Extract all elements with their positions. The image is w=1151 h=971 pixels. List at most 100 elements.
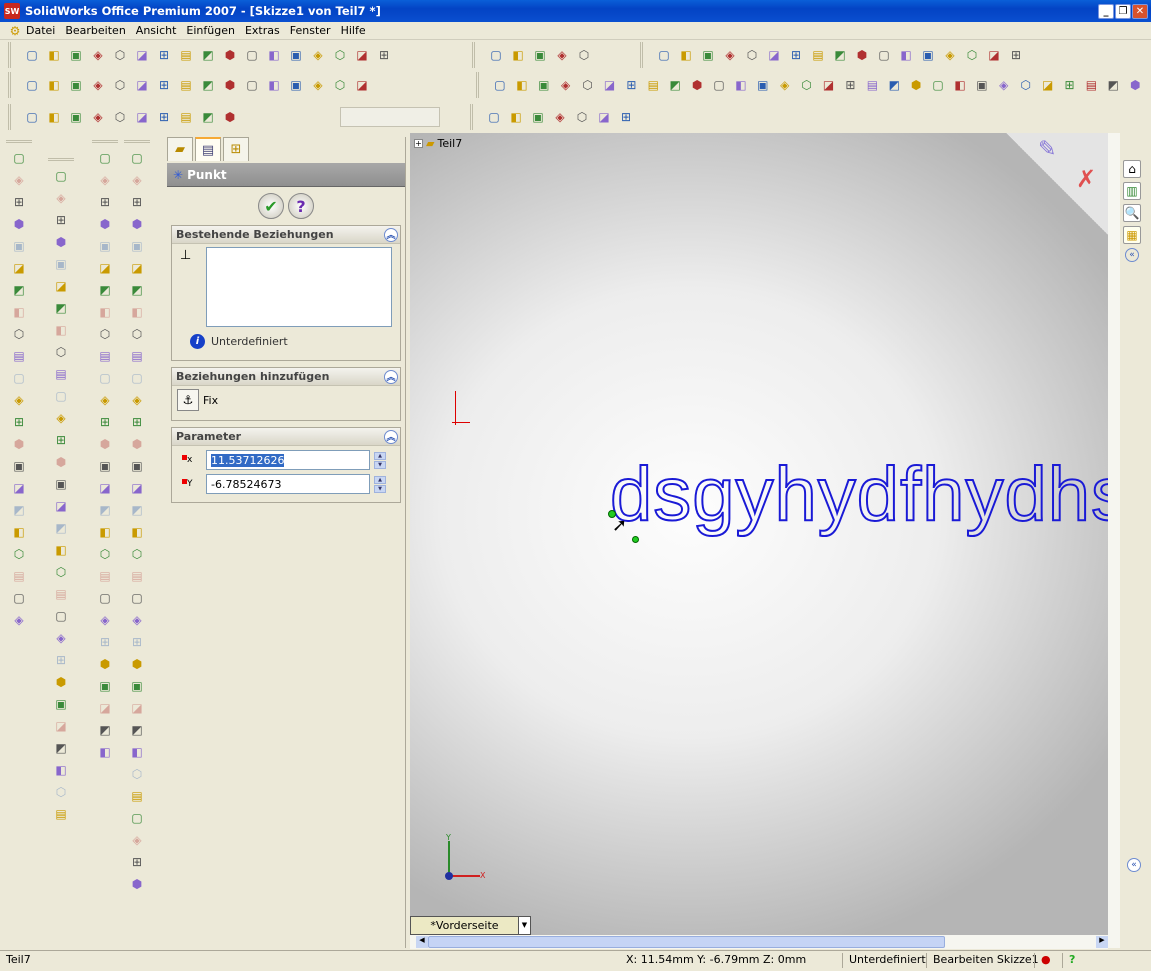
record-icon[interactable]: ▣: [67, 76, 85, 94]
tool-icon[interactable]: ▣: [10, 457, 28, 475]
tool-icon[interactable]: ▣: [96, 457, 114, 475]
sketch-b-icon[interactable]: ◧: [507, 108, 525, 126]
tool-icon[interactable]: ⬡: [96, 325, 114, 343]
tool-icon[interactable]: ⊞: [128, 853, 146, 871]
relation-i-icon[interactable]: ▣: [754, 76, 772, 94]
tool-icon[interactable]: ◩: [10, 501, 28, 519]
user-run-icon[interactable]: ⬢: [221, 76, 239, 94]
tool-icon[interactable]: ▢: [10, 589, 28, 607]
tool-icon[interactable]: ◧: [52, 321, 70, 339]
tool-icon[interactable]: ▢: [96, 149, 114, 167]
wireframe-icon[interactable]: ⬢: [853, 46, 871, 64]
fix-relation-icon[interactable]: ⚓: [177, 389, 199, 411]
cancel-icon[interactable]: ◪: [133, 76, 151, 94]
relation-g-icon[interactable]: ▢: [710, 76, 728, 94]
tool-icon[interactable]: ◪: [52, 277, 70, 295]
print-preview-icon[interactable]: ⊞: [155, 46, 173, 64]
tool-icon[interactable]: ◪: [128, 699, 146, 717]
tool-icon[interactable]: ▣: [52, 255, 70, 273]
x-coordinate-input[interactable]: 11.53712626: [206, 450, 370, 470]
tool-icon[interactable]: ⊞: [52, 651, 70, 669]
standard-views-icon[interactable]: ◩: [831, 46, 849, 64]
sketch-point[interactable]: [632, 536, 639, 543]
tool-icon[interactable]: ◩: [96, 281, 114, 299]
relation-m-icon[interactable]: ⊞: [842, 76, 860, 94]
tool-icon[interactable]: ⬡: [128, 545, 146, 563]
tool-icon[interactable]: ⬢: [10, 435, 28, 453]
fix-label[interactable]: Fix: [203, 394, 218, 407]
tool-icon[interactable]: ▣: [96, 237, 114, 255]
add-relation-icon[interactable]: ◧: [513, 76, 531, 94]
tool-icon[interactable]: ▤: [96, 347, 114, 365]
relation-h-icon[interactable]: ◧: [732, 76, 750, 94]
tool-icon[interactable]: ⬢: [52, 233, 70, 251]
tool-icon[interactable]: ⬡: [52, 783, 70, 801]
tool-icon[interactable]: ⬢: [128, 655, 146, 673]
home-icon[interactable]: ⌂: [1123, 160, 1141, 178]
tool-icon[interactable]: ▢: [96, 589, 114, 607]
render-icon[interactable]: ⊞: [1007, 46, 1025, 64]
boxes-icon[interactable]: ▣: [287, 76, 305, 94]
exit-sketch-icon[interactable]: ✎: [1038, 137, 1056, 162]
tool-icon[interactable]: ◩: [52, 519, 70, 537]
smart-dimension-icon[interactable]: ◈: [553, 46, 571, 64]
tool-icon[interactable]: ▣: [52, 695, 70, 713]
spell-check-icon[interactable]: ▢: [23, 108, 41, 126]
menu-fenster[interactable]: Fenster: [288, 24, 333, 37]
line-icon[interactable]: ◧: [509, 46, 527, 64]
tool-icon[interactable]: ◩: [128, 281, 146, 299]
collapse-pane-icon[interactable]: «: [1125, 248, 1139, 262]
section-view-icon[interactable]: ◪: [985, 46, 1003, 64]
view-tab[interactable]: *Vorderseite ▼: [410, 916, 531, 935]
configuration-dropdown[interactable]: [340, 107, 440, 127]
tool-icon[interactable]: ◧: [128, 303, 146, 321]
tool-icon[interactable]: ⊞: [128, 413, 146, 431]
roll-icon[interactable]: ▤: [809, 46, 827, 64]
tool-icon[interactable]: ◈: [52, 629, 70, 647]
tool-icon[interactable]: ◈: [128, 391, 146, 409]
tool-icon[interactable]: ◩: [52, 739, 70, 757]
close-button[interactable]: ✕: [1132, 4, 1148, 19]
zoom-prev-icon[interactable]: ▣: [699, 46, 717, 64]
tool-icon[interactable]: ▤: [52, 365, 70, 383]
zoom-selection-icon[interactable]: ⬡: [743, 46, 761, 64]
tool-icon[interactable]: ⊞: [96, 193, 114, 211]
tool-icon[interactable]: ⊞: [96, 633, 114, 651]
tool-icon[interactable]: ◧: [96, 523, 114, 541]
tool-icon[interactable]: ▤: [52, 805, 70, 823]
measure-icon[interactable]: ◧: [45, 108, 63, 126]
properties-icon[interactable]: ⬡: [111, 46, 129, 64]
expand-icon[interactable]: +: [414, 139, 423, 148]
deviation-icon[interactable]: ▤: [177, 108, 195, 126]
hidden-gray-icon[interactable]: ◧: [897, 46, 915, 64]
tool-icon[interactable]: ◩: [128, 501, 146, 519]
view-layout-icon[interactable]: ◈: [309, 46, 327, 64]
tab-configuration-manager[interactable]: ⊞: [223, 137, 249, 161]
rotate-icon[interactable]: ◪: [765, 46, 783, 64]
mass-properties-icon[interactable]: ▣: [67, 108, 85, 126]
restore-button[interactable]: ❐: [1115, 4, 1131, 19]
menu-einfuegen[interactable]: Einfügen: [184, 24, 237, 37]
y-coordinate-input[interactable]: -6.78524673: [206, 474, 370, 494]
tool-icon[interactable]: ◧: [52, 541, 70, 559]
camera-icon[interactable]: ⊞: [375, 46, 393, 64]
zoom-in-out-icon[interactable]: ◈: [721, 46, 739, 64]
tool-icon[interactable]: ◧: [52, 761, 70, 779]
tool-icon[interactable]: ▤: [52, 585, 70, 603]
ok-button[interactable]: ✔: [258, 193, 284, 219]
tool-icon[interactable]: ◧: [10, 523, 28, 541]
relation-v-icon[interactable]: ◪: [1039, 76, 1057, 94]
sketch-e-icon[interactable]: ⬡: [573, 108, 591, 126]
tool-icon[interactable]: ◧: [128, 523, 146, 541]
tool-icon[interactable]: ⬢: [128, 875, 146, 893]
x-spinner[interactable]: ▲ ▼: [374, 451, 386, 469]
statistics-icon[interactable]: ◪: [133, 108, 151, 126]
pan-icon[interactable]: ⊞: [787, 46, 805, 64]
feature-tree-flyout[interactable]: + ▰ Teil7: [414, 137, 462, 150]
tool-icon[interactable]: ▣: [10, 237, 28, 255]
sketch-select-icon[interactable]: ▢: [487, 46, 505, 64]
user-b-icon[interactable]: ◪: [353, 76, 371, 94]
cursor-icon[interactable]: ◈: [557, 76, 575, 94]
scroll-left-icon[interactable]: ◀: [416, 936, 428, 948]
save-icon[interactable]: ▣: [67, 46, 85, 64]
